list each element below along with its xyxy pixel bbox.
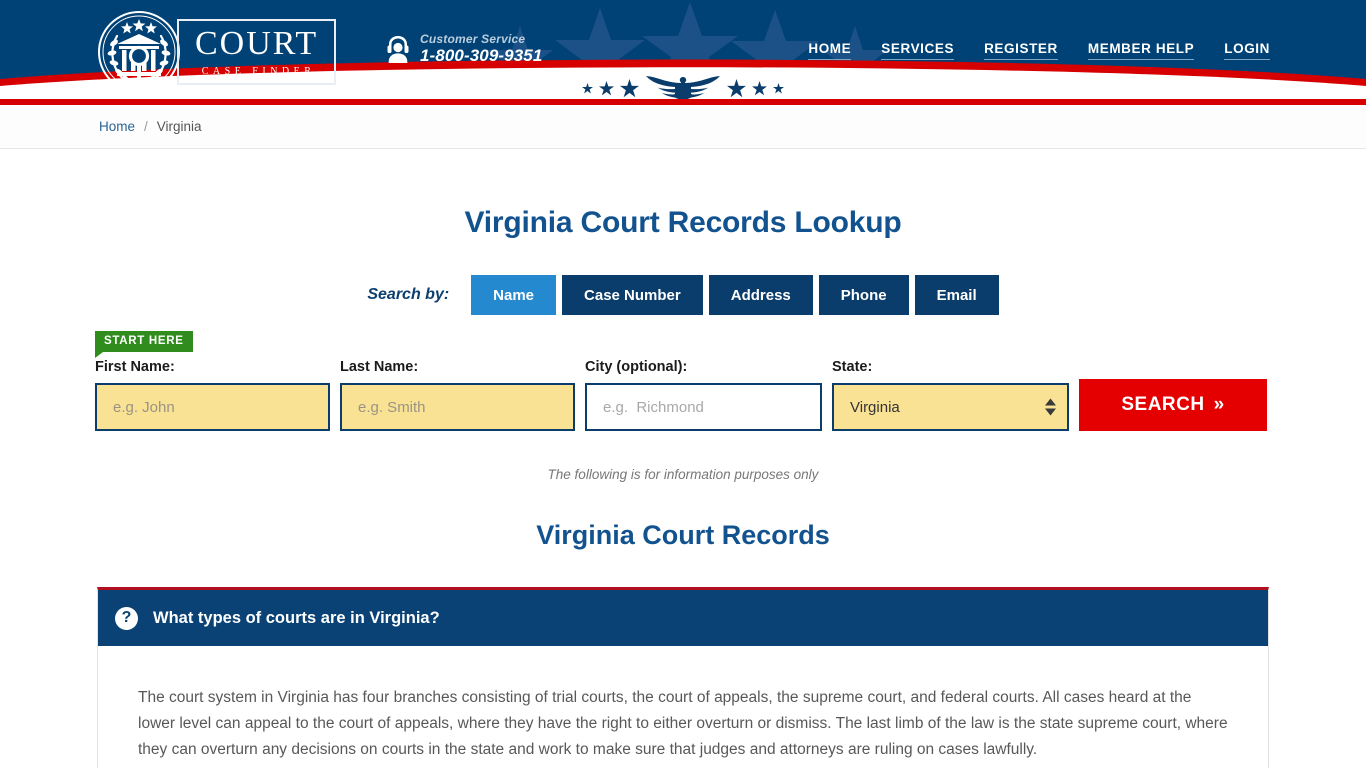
- information-purposes-note: The following is for information purpose…: [547, 467, 819, 482]
- faq-question: What types of courts are in Virginia?: [153, 608, 440, 627]
- breadcrumb: Home / Virginia: [99, 119, 202, 134]
- state-select[interactable]: Virginia: [832, 383, 1069, 431]
- headset-support-icon: [387, 36, 409, 64]
- tab-email[interactable]: Email: [914, 275, 999, 315]
- star-icon-small-right: [773, 82, 784, 94]
- faq-answer-text: The court system in Virginia has four br…: [138, 689, 1228, 758]
- star-icon-large-left: [620, 78, 639, 97]
- tab-name[interactable]: Name: [471, 275, 557, 315]
- customer-service-block[interactable]: Customer Service 1-800-309-9351: [385, 32, 542, 66]
- tab-address[interactable]: Address: [708, 275, 813, 315]
- nav-item-home[interactable]: HOME: [808, 41, 852, 60]
- start-here-badge: START HERE: [95, 331, 193, 358]
- star-icon-large-right: [727, 78, 746, 97]
- double-chevron-right-icon: »: [1213, 394, 1225, 415]
- first-name-label: First Name:: [95, 359, 175, 375]
- breadcrumb-current: Virginia: [156, 119, 202, 134]
- tab-phone[interactable]: Phone: [818, 275, 909, 315]
- state-field-group: State: Virginia: [832, 359, 1069, 431]
- search-button-label: SEARCH: [1121, 394, 1205, 415]
- faq-accordion-header[interactable]: ? What types of courts are in Virginia?: [98, 590, 1268, 646]
- eagle-emblem-row: [0, 69, 1366, 103]
- question-mark-icon: ?: [115, 606, 138, 630]
- city-input[interactable]: [585, 383, 822, 431]
- nav-item-member-help[interactable]: MEMBER HELP: [1087, 41, 1195, 60]
- site-header: COURT CASE FINDER Customer Service 1-800…: [0, 0, 1366, 105]
- nav-item-services[interactable]: SERVICES: [881, 41, 955, 60]
- city-field-group: City (optional):: [585, 359, 822, 431]
- customer-service-label: Customer Service: [420, 32, 526, 46]
- state-label: State:: [832, 359, 873, 375]
- first-name-input[interactable]: [95, 383, 330, 431]
- breadcrumb-home-link[interactable]: Home: [99, 119, 135, 134]
- logo-word: COURT: [195, 24, 319, 62]
- last-name-input[interactable]: [340, 383, 575, 431]
- last-name-label: Last Name:: [340, 359, 419, 375]
- last-name-field-group: Last Name:: [340, 359, 575, 431]
- nav-item-register[interactable]: REGISTER: [984, 41, 1058, 60]
- star-icon-small-left: [582, 82, 593, 94]
- section-title: Virginia Court Records: [536, 520, 830, 550]
- page-title: Virginia Court Records Lookup: [464, 206, 902, 239]
- faq-card: ? What types of courts are in Virginia? …: [97, 587, 1269, 768]
- search-by-label: Search by:: [367, 286, 450, 303]
- search-by-tabs: Search by: Name Case Number Address Phon…: [0, 275, 1366, 315]
- star-icon-medium-left: [599, 80, 614, 95]
- search-form: START HERE First Name: Last Name: City (…: [95, 331, 1271, 431]
- first-name-field-group: First Name:: [95, 359, 330, 431]
- star-icon-medium-right: [752, 80, 767, 95]
- breadcrumb-separator: /: [144, 119, 148, 134]
- city-label: City (optional):: [585, 359, 688, 375]
- main-navigation: HOME SERVICES REGISTER MEMBER HELP LOGIN: [808, 41, 1270, 60]
- main-content: Virginia Court Records Lookup Search by:…: [0, 206, 1366, 768]
- faq-answer-body: The court system in Virginia has four br…: [98, 646, 1268, 768]
- breadcrumb-bar: Home / Virginia: [0, 105, 1366, 149]
- customer-service-phone[interactable]: 1-800-309-9351: [420, 46, 542, 66]
- header-red-stripe: [0, 99, 1366, 105]
- search-button[interactable]: SEARCH »: [1079, 379, 1267, 431]
- nav-item-login[interactable]: LOGIN: [1224, 41, 1270, 60]
- tab-case-number[interactable]: Case Number: [562, 275, 703, 315]
